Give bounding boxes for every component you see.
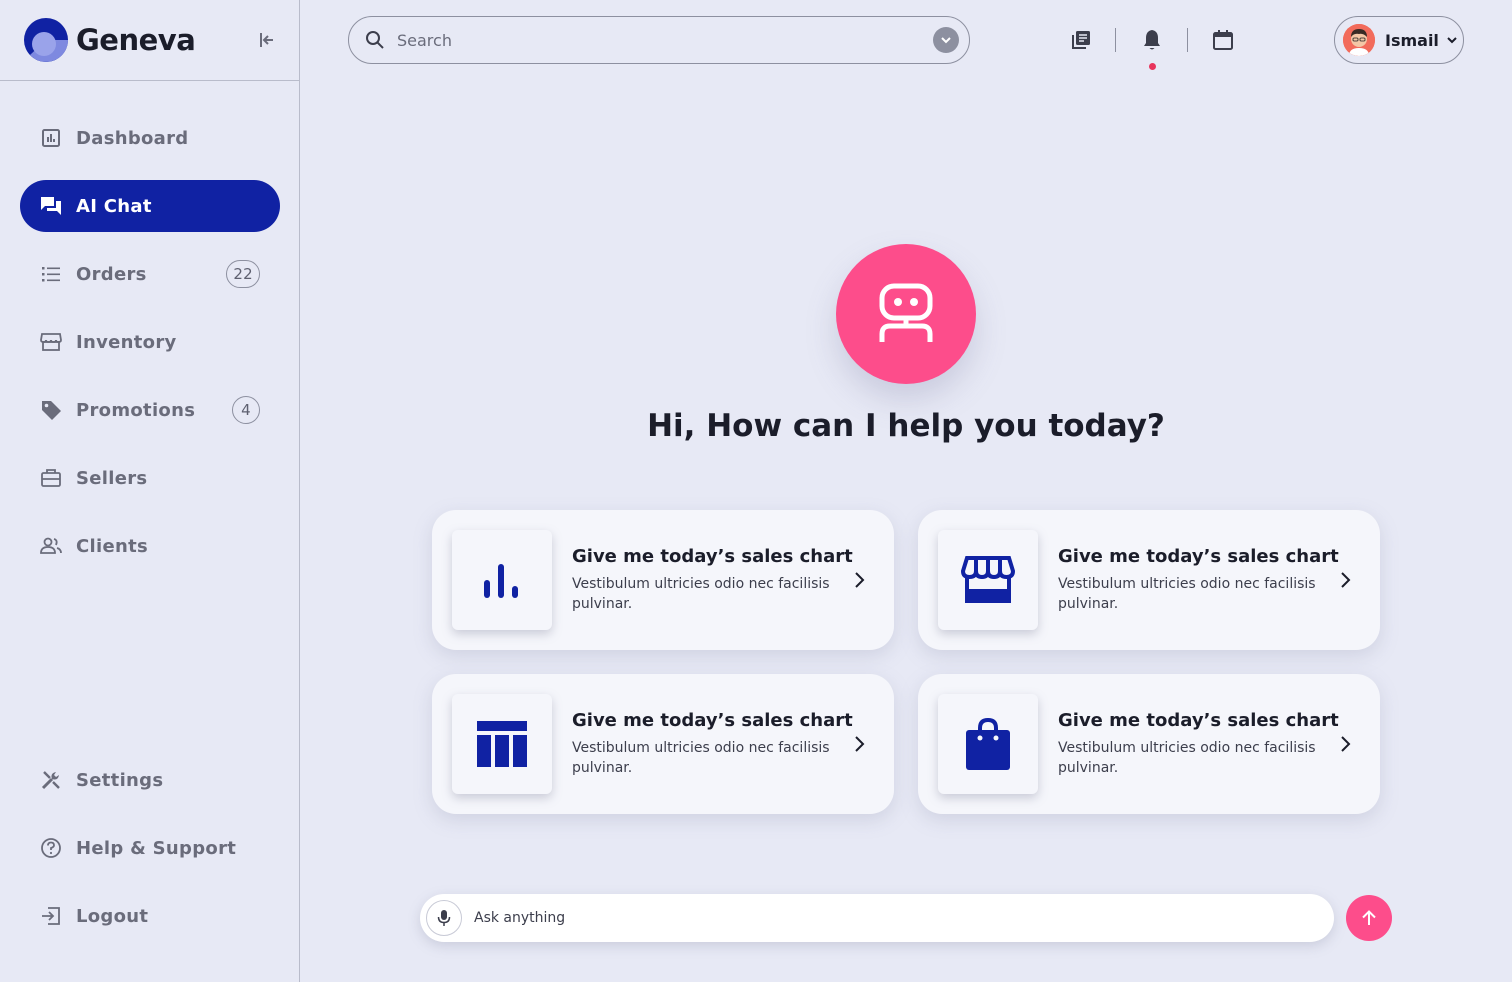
sidebar-item-label: Promotions <box>76 399 196 421</box>
tag-icon <box>40 399 62 421</box>
card-icon-tile <box>452 530 552 630</box>
voice-input-button[interactable] <box>426 900 462 936</box>
chevron-down-icon <box>941 37 951 44</box>
user-name: Ismail <box>1385 30 1439 50</box>
search-icon <box>366 31 384 49</box>
briefcase-icon <box>40 467 62 489</box>
card-title: Give me today’s sales chart <box>572 710 853 731</box>
bar-chart-icon <box>484 564 518 598</box>
sidebar-item-dashboard[interactable]: Dashboard <box>20 112 280 164</box>
card-icon-tile <box>452 694 552 794</box>
card-description: Vestibulum ultricies odio nec facilisis … <box>572 740 830 776</box>
notifications-button[interactable] <box>1140 28 1164 52</box>
chart-box-icon <box>40 127 62 149</box>
collapse-sidebar-icon[interactable] <box>257 30 277 50</box>
greeting-heading: Hi, How can I help you today? <box>647 408 1165 444</box>
chevron-right-icon <box>855 736 865 752</box>
brand-header: Geneva <box>0 0 299 81</box>
card-title: Give me today’s sales chart <box>1058 546 1339 567</box>
sidebar-item-label: Inventory <box>76 331 177 353</box>
sidebar-nav: Dashboard AI Chat Orders 22 Inventory Pr… <box>20 112 280 588</box>
sidebar-item-ai-chat[interactable]: AI Chat <box>20 180 280 232</box>
suggestion-card[interactable]: Give me today’s sales chart Vestibulum u… <box>918 510 1380 650</box>
search-input[interactable] <box>397 30 917 50</box>
search-bar[interactable] <box>348 16 970 64</box>
shopping-bag-icon <box>966 718 1010 770</box>
sidebar-item-label: Logout <box>76 905 149 927</box>
sidebar: Geneva Dashboard AI Chat Orders 22 Inven… <box>0 0 300 982</box>
sidebar-item-label: Settings <box>76 769 164 791</box>
notification-indicator <box>1149 63 1156 70</box>
storefront-icon <box>961 556 1015 603</box>
calendar-button[interactable] <box>1211 28 1235 52</box>
card-icon-tile <box>938 694 1038 794</box>
arrow-up-icon <box>1362 910 1376 925</box>
card-description: Vestibulum ultricies odio nec facilisis … <box>1058 740 1316 776</box>
calendar-icon <box>1213 30 1233 50</box>
search-options-button[interactable] <box>933 27 959 53</box>
suggestion-card[interactable]: Give me today’s sales chart Vestibulum u… <box>432 674 894 814</box>
divider <box>1115 28 1116 52</box>
card-description: Vestibulum ultricies odio nec facilisis … <box>572 576 830 612</box>
chevron-right-icon <box>1341 572 1351 588</box>
geneva-logo-icon <box>24 18 68 62</box>
sidebar-item-orders[interactable]: Orders 22 <box>20 248 280 300</box>
card-title: Give me today’s sales chart <box>572 546 853 567</box>
sidebar-item-logout[interactable]: Logout <box>20 890 280 942</box>
card-icon-tile <box>938 530 1038 630</box>
microphone-icon <box>437 910 451 926</box>
chevron-down-icon <box>1447 37 1457 44</box>
suggestion-card[interactable]: Give me today’s sales chart Vestibulum u… <box>432 510 894 650</box>
sidebar-item-sellers[interactable]: Sellers <box>20 452 280 504</box>
library-button[interactable] <box>1069 28 1093 52</box>
store-icon <box>40 331 62 353</box>
user-menu-button[interactable]: Ismail <box>1334 16 1464 64</box>
sidebar-item-promotions[interactable]: Promotions 4 <box>20 384 280 436</box>
tools-icon <box>40 769 62 791</box>
card-description: Vestibulum ultricies odio nec facilisis … <box>1058 576 1316 612</box>
library-icon <box>1072 31 1090 49</box>
sidebar-item-label: Clients <box>76 535 148 557</box>
sidebar-item-settings[interactable]: Settings <box>20 754 280 806</box>
sidebar-item-label: Help & Support <box>76 837 237 859</box>
robot-icon <box>879 283 933 342</box>
brand-name: Geneva <box>76 23 196 57</box>
sidebar-item-label: AI Chat <box>76 195 152 217</box>
logout-icon <box>40 905 62 927</box>
sidebar-item-inventory[interactable]: Inventory <box>20 316 280 368</box>
chevron-right-icon <box>855 572 865 588</box>
chat-composer[interactable] <box>420 894 1334 942</box>
divider <box>1187 28 1188 52</box>
table-icon <box>477 721 527 767</box>
sidebar-item-label: Dashboard <box>76 127 189 149</box>
send-button[interactable] <box>1346 895 1392 941</box>
list-icon <box>40 263 62 285</box>
chat-icon <box>40 195 62 217</box>
card-title: Give me today’s sales chart <box>1058 710 1339 731</box>
sidebar-item-label: Orders <box>76 263 147 285</box>
sidebar-item-clients[interactable]: Clients <box>20 520 280 572</box>
assistant-avatar <box>836 244 976 384</box>
suggestion-card[interactable]: Give me today’s sales chart Vestibulum u… <box>918 674 1380 814</box>
chevron-right-icon <box>1341 736 1351 752</box>
sidebar-item-help[interactable]: Help & Support <box>20 822 280 874</box>
sidebar-item-label: Sellers <box>76 467 148 489</box>
people-icon <box>40 535 62 557</box>
chat-input[interactable] <box>474 910 1314 926</box>
bell-icon <box>1144 30 1160 50</box>
sidebar-bottom-nav: Settings Help & Support Logout <box>20 754 280 958</box>
promotions-count-badge: 4 <box>232 396 260 424</box>
help-icon <box>40 837 62 859</box>
avatar <box>1343 24 1375 56</box>
orders-count-badge: 22 <box>226 260 260 288</box>
